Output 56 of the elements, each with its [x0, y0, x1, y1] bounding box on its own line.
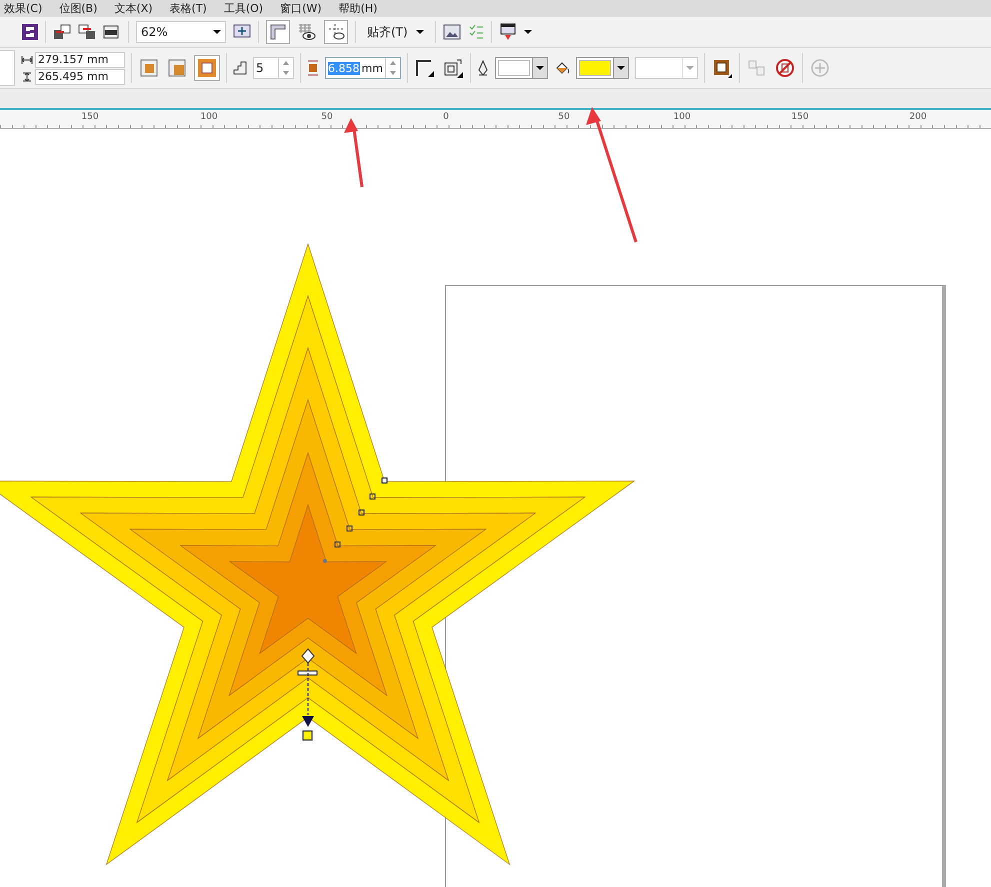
- contour-center-icon[interactable]: [138, 57, 160, 79]
- offset-icon: [307, 60, 319, 76]
- snap-dropdown[interactable]: 贴齐(T): [363, 24, 428, 40]
- contour-inside-icon[interactable]: [166, 57, 188, 79]
- acceleration-icon[interactable]: [442, 57, 464, 79]
- ruler-label: 100: [199, 112, 219, 122]
- contour-handles-drawing[interactable]: [298, 478, 388, 740]
- annotation-arrow: [344, 118, 364, 188]
- offset-spinbox[interactable]: 6.858 mm: [325, 57, 401, 79]
- clear-contour-icon[interactable]: [774, 57, 796, 79]
- menu-item[interactable]: 效果(C): [4, 1, 42, 16]
- grid-eye-icon[interactable]: [297, 23, 317, 41]
- export-icon[interactable]: [78, 24, 96, 40]
- caret-icon: [213, 30, 221, 34]
- caret-icon: [416, 30, 424, 34]
- ruler-label: 150: [80, 112, 100, 122]
- guidelines-icon[interactable]: [324, 20, 348, 44]
- rulers-icon[interactable]: [266, 20, 290, 44]
- steps-icon: [233, 61, 247, 75]
- fit-page-icon[interactable]: [233, 24, 251, 40]
- width-field[interactable]: 279.157 mm: [35, 52, 125, 68]
- ruler-label: 150: [790, 112, 810, 122]
- steps-spinbox[interactable]: 5: [253, 57, 294, 79]
- ruler-label: 50: [557, 112, 571, 122]
- menu-item[interactable]: 工具(O): [224, 1, 264, 16]
- width-icon: [21, 54, 33, 64]
- image-icon[interactable]: [442, 24, 461, 40]
- zoom-dropdown[interactable]: 62%: [136, 21, 226, 43]
- menu-item[interactable]: 文本(X): [114, 1, 153, 16]
- contour-star-drawing[interactable]: [0, 243, 636, 866]
- menu-item[interactable]: 窗口(W): [280, 1, 322, 16]
- outline-color-picker[interactable]: [494, 57, 548, 79]
- menu-item[interactable]: 帮助(H): [338, 1, 378, 16]
- fill-color-picker[interactable]: [576, 57, 629, 79]
- launcher-icon[interactable]: [22, 24, 38, 40]
- pdf-icon[interactable]: [103, 24, 121, 40]
- contour-outside-icon[interactable]: [194, 55, 220, 81]
- height-icon: [21, 72, 33, 82]
- display-icon[interactable]: [498, 23, 517, 41]
- corner-icon[interactable]: [414, 57, 436, 79]
- menu-item[interactable]: 位图(B): [59, 1, 98, 16]
- ruler-label: 200: [908, 112, 928, 122]
- checklist-icon[interactable]: [468, 24, 484, 40]
- paint-bucket-icon: [554, 60, 570, 76]
- color-picker[interactable]: [634, 57, 698, 79]
- position-field[interactable]: [0, 50, 15, 86]
- ruler-label: 50: [320, 112, 334, 122]
- import-icon[interactable]: [53, 24, 71, 40]
- color-swatch: [578, 60, 611, 76]
- menu-item[interactable]: 表格(T): [170, 1, 207, 16]
- height-field[interactable]: 265.495 mm: [35, 68, 125, 84]
- pen-nib-icon: [476, 60, 489, 76]
- color-swatch: [498, 60, 530, 76]
- ruler-label: 100: [672, 112, 692, 122]
- caret-icon[interactable]: [524, 30, 532, 34]
- ruler-label: 0: [442, 112, 450, 122]
